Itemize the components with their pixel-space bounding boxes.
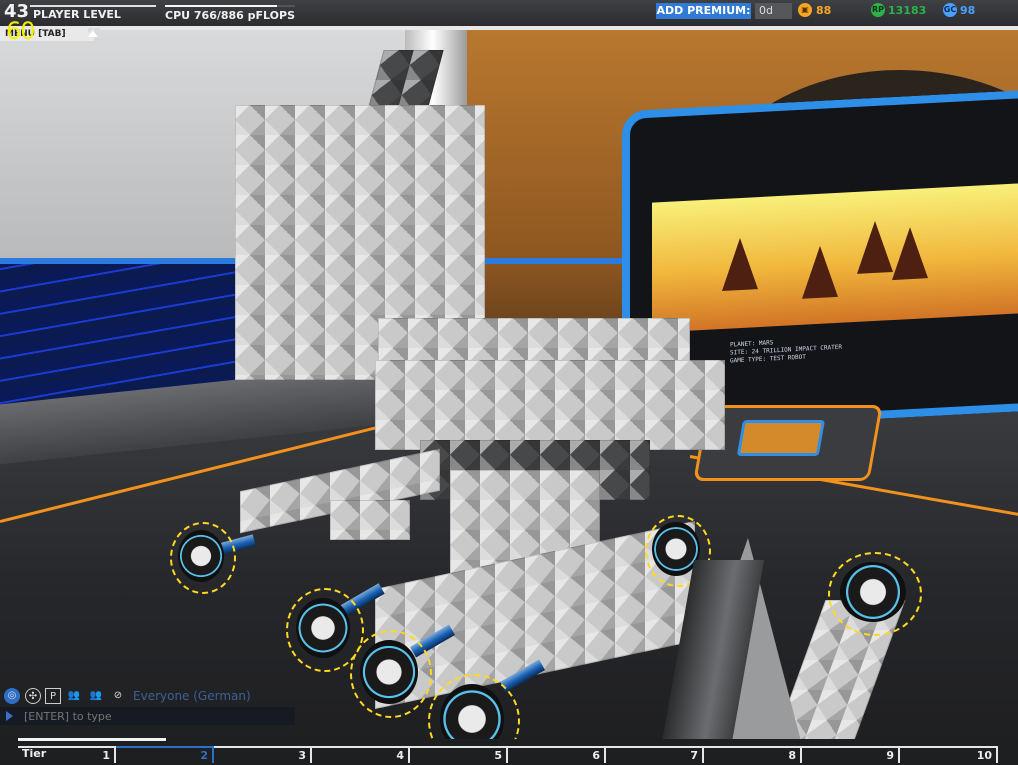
tier-number: 10 [976,749,992,762]
robot-mid-block [375,360,725,450]
tier-segment: 3 [214,746,312,763]
friends-icon[interactable]: 👥 [66,688,82,704]
party-icon[interactable]: P [45,688,61,704]
terrain-mound [802,244,838,299]
tier-progress [18,738,166,741]
wheel-steer-indicator [828,552,922,636]
globe-icon[interactable]: ◎ [4,688,20,704]
robit-points-icon[interactable]: RP [871,3,885,17]
tier-number: 1 [102,749,110,762]
tier-segment: 5 [410,746,508,763]
tier-number: 8 [788,749,796,762]
chat-input[interactable] [0,707,295,725]
player-level-progress [30,5,156,7]
chat-channel-label[interactable]: Everyone (German) [133,689,251,703]
cpu-usage-label: CPU 766/886 pFLOPS [165,9,296,22]
hud-top-bar: 43 PLAYER LEVEL CPU 766/886 pFLOPS ADD P… [0,0,1018,28]
menu-expand-icon[interactable] [88,31,98,37]
tier-segment: 6 [508,746,606,763]
robot-arm-block [330,500,410,540]
cpu-usage-bar [165,5,295,7]
tier-segment: 7 [606,746,704,763]
galaxy-coins-count: 98 [960,4,976,17]
tier-number: 6 [592,749,600,762]
garage-scene[interactable]: PLANET: MARS SITE: 24 TRILLION IMPACT CR… [0,0,1018,765]
tier-segment: 2 [116,746,214,763]
tier-segment: 8 [704,746,802,763]
menu-divider [100,28,1018,30]
block-icon[interactable]: ⊘ [110,688,126,704]
wheel-steer-indicator [170,522,236,594]
tier-segment: 10 [900,746,998,763]
add-premium-button[interactable]: ADD PREMIUM: [656,3,751,19]
pad-screen [736,420,826,456]
group-icon[interactable]: 👥 [88,688,104,704]
terrain-mound [722,237,758,291]
planet-preview [652,183,1018,333]
premium-days-remaining: 0d [755,3,792,19]
fps-counter: 60 [6,17,36,45]
player-level-label: PLAYER LEVEL [33,8,121,21]
mission-info: PLANET: MARS SITE: 24 TRILLION IMPACT CR… [730,336,842,366]
terrain-mound [892,226,928,281]
tier-number: 7 [690,749,698,762]
chat-prompt-icon [6,711,13,721]
robit-points-count: 13183 [888,4,927,17]
crate-count: 88 [816,4,832,17]
tier-segment: 4 [312,746,410,763]
clan-icon[interactable]: ✣ [25,688,41,704]
terrain-mound [857,220,893,274]
tier-number: 2 [200,749,208,762]
tier-segment: 9 [802,746,900,763]
cpu-usage-fill [165,5,278,7]
wheel-steer-indicator [350,630,432,718]
tier-number: 4 [396,749,404,762]
tier-number: 3 [298,749,306,762]
galaxy-coins-icon[interactable]: GC [943,3,957,17]
tier-number: 9 [886,749,894,762]
tier-segment: 1 [18,746,116,763]
crate-icon[interactable]: ▣ [798,3,812,17]
tier-number: 5 [494,749,502,762]
